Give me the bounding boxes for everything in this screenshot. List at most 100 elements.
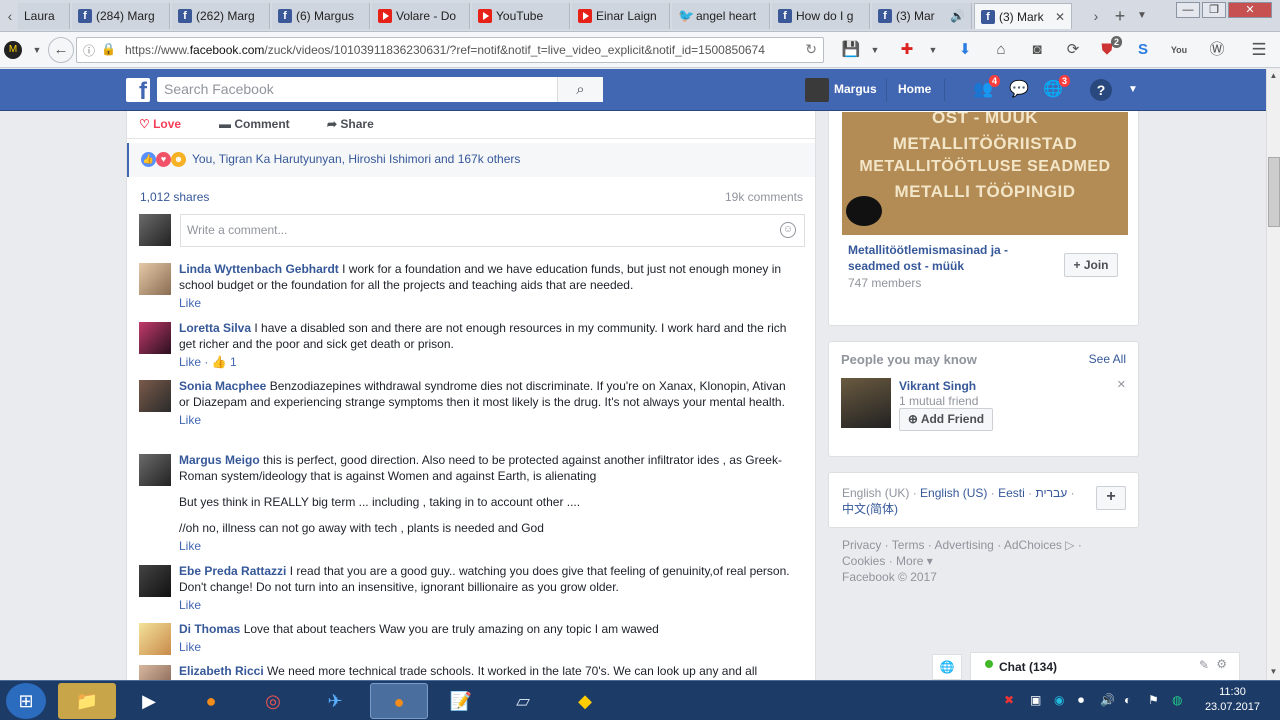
comment-author[interactable]: Di Thomas [179, 622, 240, 636]
avatar[interactable] [841, 378, 891, 428]
media-player-icon[interactable]: ▶ [120, 683, 178, 719]
info-icon[interactable]: ⓘ [83, 42, 95, 59]
sync-icon[interactable]: ⟳ [1062, 40, 1084, 60]
adchoices-icon[interactable]: ▷ [1065, 538, 1074, 552]
reactions-summary[interactable]: 👍 ♥ ☻ You, Tigran Ka Harutyunyan, Hirosh… [127, 143, 815, 177]
browser-tab[interactable]: f (6) Margus [272, 3, 370, 29]
language-link[interactable]: English (US) [920, 486, 987, 500]
like-link[interactable]: Like [179, 538, 799, 554]
footer-link[interactable]: Terms [892, 538, 925, 552]
comment-author[interactable]: Elizabeth Ricci [179, 664, 264, 678]
tab-scroll-left-icon[interactable]: ‹ [2, 6, 18, 26]
language-link[interactable]: Eesti [998, 486, 1025, 500]
group-cover-image[interactable]: OST - MÜÜK METALLITÖÖRIISTAD METALLITÖÖT… [842, 112, 1128, 235]
back-button[interactable]: ← [48, 37, 74, 63]
reactions-text[interactable]: You, Tigran Ka Harutyunyan, Hiroshi Ishi… [192, 152, 520, 166]
friend-requests-icon[interactable]: 👥 4 [972, 75, 1000, 101]
browser-tab[interactable]: Laura [18, 3, 70, 29]
clock[interactable]: 11:30 23.07.2017 [1205, 685, 1260, 715]
browser-tab[interactable]: f (284) Marg [72, 3, 170, 29]
browser-tab[interactable]: Einar Laign [572, 3, 670, 29]
like-link[interactable]: Like [179, 639, 799, 655]
app-icon[interactable]: ✈ [306, 683, 364, 719]
like-count[interactable]: 1 [230, 355, 237, 369]
scroll-down-icon[interactable]: ▼ [1267, 665, 1280, 679]
comment-input[interactable]: Write a comment... ☺ [180, 214, 805, 247]
language-link[interactable]: 中文(简体) [842, 502, 898, 516]
like-link[interactable]: Like [179, 295, 799, 311]
explorer-icon[interactable]: 📁 [58, 683, 116, 719]
tray-icon[interactable]: ▣ [1030, 693, 1041, 707]
comment-author[interactable]: Margus Meigo [179, 453, 260, 467]
chevron-down-icon[interactable]: ▾ [927, 554, 933, 568]
see-all-link[interactable]: See All [1089, 352, 1126, 366]
chevron-down-icon[interactable]: ▼ [26, 40, 48, 60]
new-tab-icon[interactable]: + [1112, 6, 1128, 26]
ublock-icon[interactable]: ⛊ 2 [1096, 36, 1122, 60]
browser-tab[interactable]: f How do I g [772, 3, 870, 29]
chevron-down-icon[interactable]: ▼ [864, 40, 886, 60]
browser-tab[interactable]: 🐦 angel heart [672, 3, 770, 29]
footer-link[interactable]: AdChoices [1004, 538, 1062, 552]
facebook-logo[interactable]: f [126, 78, 150, 102]
browser-tab[interactable]: YouTube [472, 3, 570, 29]
url-bar[interactable]: ⓘ 🔒 https://www.facebook.com/zuck/videos… [76, 37, 824, 63]
comment-author[interactable]: Loretta Silva [179, 321, 251, 335]
comment-author[interactable]: Linda Wyttenbach Gebhardt [179, 262, 339, 276]
like-link[interactable]: Like [179, 412, 799, 428]
chat-label[interactable]: Chat (134) [999, 660, 1057, 674]
window-close-button[interactable]: ✕ [1228, 2, 1272, 18]
person-name-link[interactable]: Vikrant Singh [899, 379, 976, 393]
browser-menu-icon[interactable]: M [4, 41, 22, 59]
firefox-icon[interactable]: ● [182, 683, 240, 719]
hamburger-menu-icon[interactable]: ☰ [1248, 40, 1270, 60]
browser-tab-active[interactable]: f (3) Mark ✕ [974, 3, 1072, 29]
avatar[interactable] [139, 623, 171, 655]
tray-icon[interactable]: ◉ [1054, 693, 1064, 707]
love-button[interactable]: ♡ Love [139, 117, 181, 131]
minimize-button[interactable]: — [1176, 2, 1200, 18]
comment-author[interactable]: Ebe Preda Rattazzi [179, 564, 286, 578]
chat-bar[interactable]: Chat (134) ✎ ⚙ [970, 652, 1240, 680]
group-name-link[interactable]: Metallitöötlemismasinad ja -seadmed ost … [848, 242, 1018, 274]
avatar[interactable] [139, 380, 171, 412]
speaker-icon[interactable]: 🔊 [950, 3, 965, 29]
footer-link[interactable]: More [896, 554, 923, 568]
add-friend-button[interactable]: ⊕ Add Friend [899, 408, 993, 431]
first-aid-icon[interactable]: ✚ [896, 40, 918, 60]
scroll-up-icon[interactable]: ▲ [1267, 69, 1280, 83]
chevron-down-icon[interactable]: ▼ [922, 40, 944, 60]
app-icon[interactable]: ◆ [556, 683, 614, 719]
globe-icon[interactable]: 🌐 [932, 654, 962, 680]
start-button[interactable]: ⊞ [6, 683, 46, 719]
tab-list-icon[interactable]: ▼ [1134, 6, 1150, 26]
browser-tab[interactable]: Volare - Do [372, 3, 470, 29]
join-group-button[interactable]: + Join [1064, 253, 1118, 277]
account-menu-icon[interactable]: ▼ [1122, 79, 1144, 101]
comment-author[interactable]: Sonia Macphee [179, 379, 266, 393]
avatar[interactable] [139, 263, 171, 295]
maximize-button[interactable]: ❐ [1202, 2, 1226, 18]
app-icon[interactable]: ▱ [494, 683, 552, 719]
tab-scroll-right-icon[interactable]: › [1088, 6, 1104, 26]
comments-count[interactable]: 19k comments [725, 190, 803, 204]
footer-link[interactable]: Advertising [934, 538, 993, 552]
extension-icon[interactable]: Ⓦ [1206, 40, 1228, 60]
reload-icon[interactable]: ↻ [805, 41, 817, 58]
pocket-icon[interactable]: ◙ [1026, 40, 1048, 60]
profile-link[interactable]: Margus [834, 82, 877, 96]
share-button[interactable]: ➦ Share [327, 117, 374, 131]
scrollbar-thumb[interactable] [1268, 157, 1280, 227]
tab-close-icon[interactable]: ✕ [1055, 4, 1065, 29]
avatar[interactable] [139, 322, 171, 354]
comment-button[interactable]: ▬ Comment [219, 117, 290, 131]
like-link[interactable]: Like [179, 597, 799, 613]
tray-icon[interactable]: ⏺ [1078, 693, 1084, 708]
mutual-friends[interactable]: 1 mutual friend [899, 394, 978, 408]
download-icon[interactable]: ⬇ [954, 40, 976, 60]
emoji-icon[interactable]: ☺ [780, 222, 796, 238]
avatar[interactable] [139, 665, 171, 680]
browser-tab[interactable]: f (262) Marg [172, 3, 270, 29]
youtube-addon-icon[interactable]: You [1168, 40, 1190, 60]
messenger-icon[interactable]: 💬 [1008, 79, 1030, 101]
